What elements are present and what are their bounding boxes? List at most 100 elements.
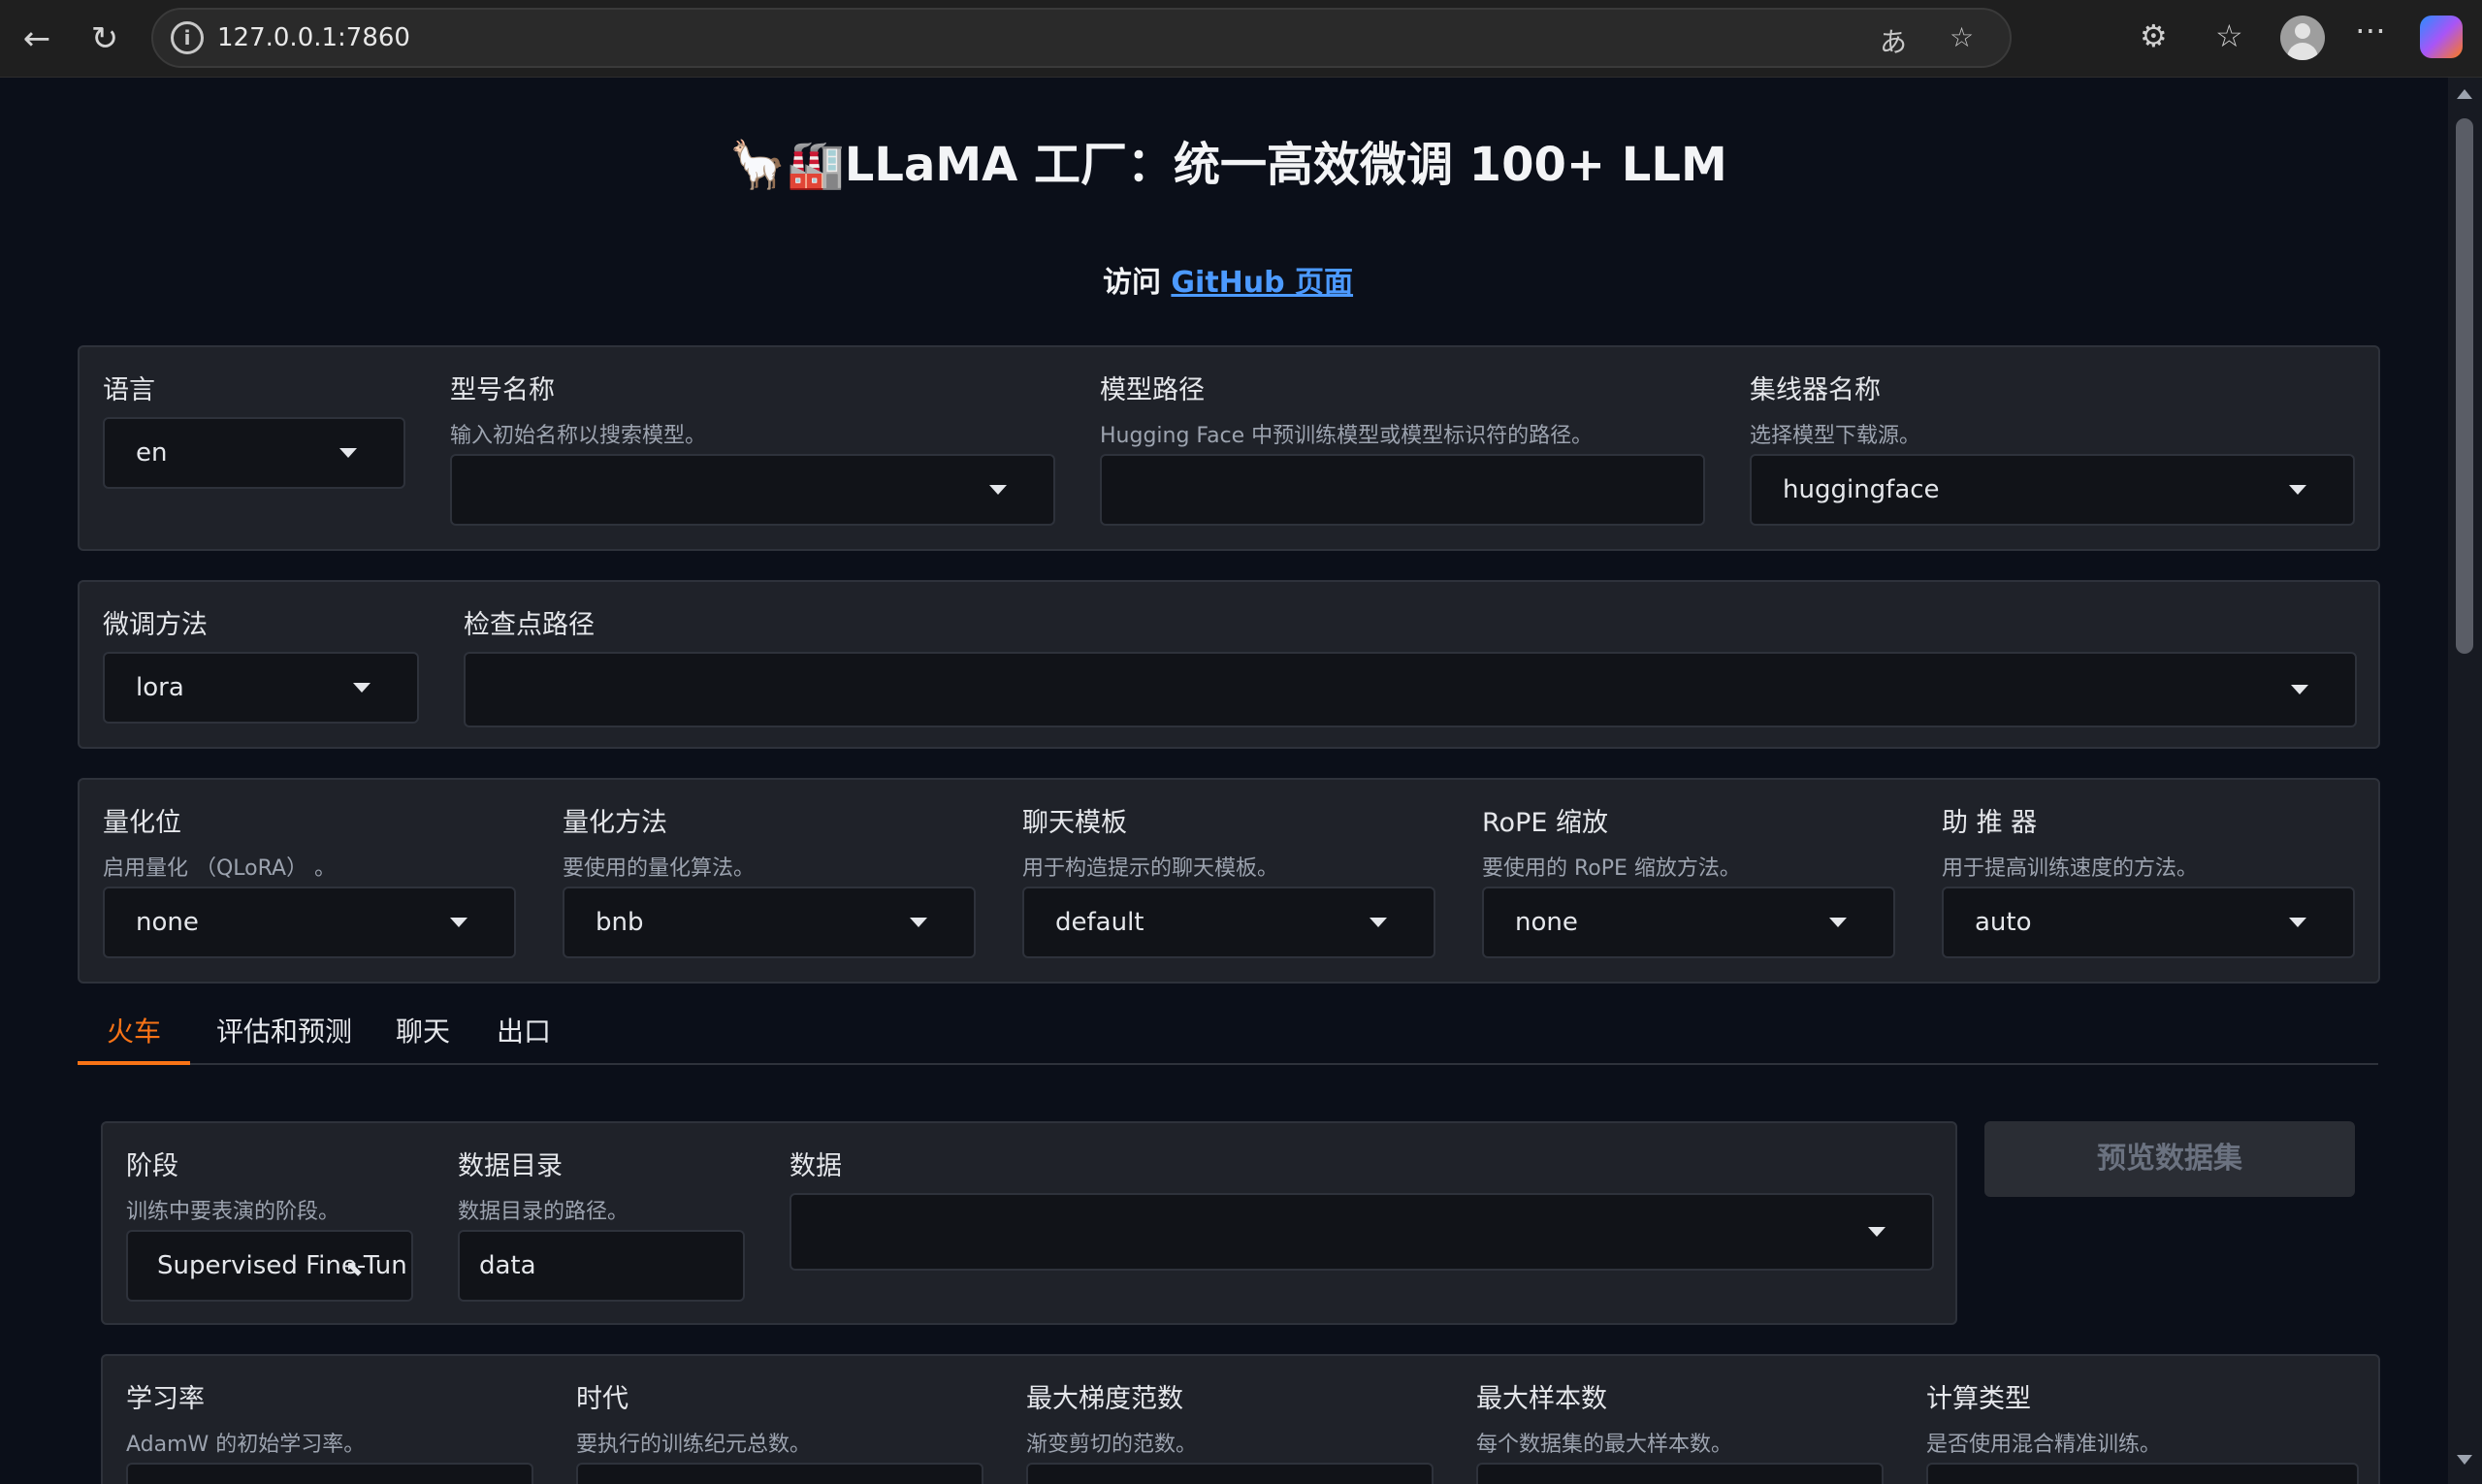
github-link[interactable]: GitHub 页面 — [1171, 266, 1353, 300]
booster-label: 助 推 器 — [1942, 808, 2038, 838]
scroll-down-arrow-icon[interactable] — [2457, 1455, 2472, 1465]
chevron-down-icon — [1829, 918, 1847, 927]
dataset-label: 数据 — [790, 1151, 842, 1181]
site-info-icon[interactable]: i — [171, 21, 204, 54]
dataset-panel: 阶段 训练中要表演的阶段。 Supervised Fine-Tun ⬉ 数据目录… — [101, 1121, 1957, 1325]
page-title: 🦙🏭LLaMA 工厂：统一高效微调 100+ LLM — [728, 138, 1727, 192]
language-dropdown[interactable]: en — [103, 417, 405, 489]
model-path-label: 模型路径 — [1100, 375, 1205, 405]
max-samples-field: 最大样本数 每个数据集的最大样本数。 — [1476, 1377, 1732, 1458]
hub-name-label: 集线器名称 — [1750, 375, 1881, 405]
tab-chat[interactable]: 聊天 — [388, 1009, 458, 1061]
dataset-dir-value: data — [479, 1251, 536, 1280]
model-name-label: 型号名称 — [450, 375, 555, 405]
checkpoint-path-label: 检查点路径 — [464, 610, 595, 640]
stage-field: 阶段 训练中要表演的阶段。 — [126, 1145, 339, 1225]
finetune-method-field: 微调方法 — [103, 603, 208, 641]
favorite-star-icon[interactable]: ☆ — [1950, 21, 1974, 53]
epochs-info: 要执行的训练纪元总数。 — [576, 1433, 812, 1457]
preview-dataset-button[interactable]: 预览数据集 — [1984, 1121, 2355, 1197]
quant-bit-info: 启用量化 （QLoRA） 。 — [103, 856, 337, 881]
compute-type-dropdown[interactable] — [1926, 1463, 2359, 1484]
language-value: en — [136, 438, 168, 468]
page-subtitle: 访问 GitHub 页面 — [8, 258, 2448, 301]
checkpoint-path-field: 检查点路径 — [464, 603, 595, 641]
chevron-down-icon — [1370, 918, 1387, 927]
checkpoint-path-dropdown[interactable] — [464, 652, 2357, 727]
back-arrow-icon[interactable]: ← — [14, 16, 60, 62]
more-menu-icon[interactable]: ⋯ — [2355, 12, 2386, 48]
scroll-up-arrow-icon[interactable] — [2457, 89, 2472, 99]
model-path-field: 模型路径 Hugging Face 中预训练模型或模型标识符的路径。 — [1100, 369, 1593, 449]
browser-toolbar: ← ↻ i 127.0.0.1:7860 あ ☆ ⚙ ☆ ⋯ — [0, 0, 2482, 78]
chevron-down-icon — [1868, 1227, 1886, 1237]
epochs-field: 时代 要执行的训练纪元总数。 — [576, 1377, 811, 1458]
quant-method-info: 要使用的量化算法。 — [563, 856, 756, 881]
advanced-config-panel: 量化位 启用量化 （QLoRA） 。 none 量化方法 要使用的量化算法。 b… — [78, 778, 2380, 984]
copilot-icon[interactable] — [2420, 16, 2463, 58]
template-dropdown[interactable]: default — [1022, 887, 1435, 958]
booster-dropdown[interactable]: auto — [1942, 887, 2355, 958]
language-field: 语言 — [103, 369, 155, 406]
chevron-down-icon — [450, 918, 467, 927]
epochs-input[interactable] — [576, 1463, 983, 1484]
reload-icon[interactable]: ↻ — [81, 16, 128, 62]
chevron-down-icon — [2289, 485, 2306, 495]
compute-type-label: 计算类型 — [1926, 1384, 2031, 1414]
chevron-down-icon — [910, 918, 927, 927]
extensions-icon[interactable]: ⚙ — [2140, 17, 2168, 54]
epochs-label: 时代 — [576, 1384, 629, 1414]
address-bar[interactable]: i 127.0.0.1:7860 あ ☆ — [151, 8, 2012, 68]
stage-label: 阶段 — [126, 1151, 178, 1181]
finetune-method-dropdown[interactable]: lora — [103, 652, 419, 724]
tab-export[interactable]: 出口 — [489, 1009, 559, 1061]
hub-name-dropdown[interactable]: huggingface — [1750, 454, 2355, 526]
hub-name-value: huggingface — [1783, 475, 1940, 504]
learning-rate-info: AdamW 的初始学习率。 — [126, 1433, 366, 1457]
chevron-down-icon — [2291, 685, 2308, 694]
max-samples-input[interactable] — [1476, 1463, 1884, 1484]
learning-rate-input[interactable] — [126, 1463, 533, 1484]
rope-scaling-dropdown[interactable]: none — [1482, 887, 1895, 958]
language-label: 语言 — [103, 375, 155, 405]
tab-evaluate[interactable]: 评估和预测 — [211, 1009, 357, 1061]
model-path-info: Hugging Face 中预训练模型或模型标识符的路径。 — [1100, 424, 1594, 448]
favorites-icon[interactable]: ☆ — [2215, 17, 2243, 54]
scrollbar-thumb[interactable] — [2456, 118, 2473, 654]
quant-bit-dropdown[interactable]: none — [103, 887, 516, 958]
tab-train[interactable]: 火车 — [78, 1009, 190, 1065]
max-grad-norm-label: 最大梯度范数 — [1026, 1384, 1183, 1414]
chevron-down-icon — [989, 485, 1007, 495]
profile-avatar[interactable] — [2280, 16, 2325, 60]
booster-value: auto — [1975, 908, 2032, 937]
dataset-dropdown[interactable] — [790, 1193, 1934, 1271]
learning-rate-label: 学习率 — [126, 1384, 205, 1414]
compute-type-field: 计算类型 是否使用混合精准训练。 — [1926, 1377, 2161, 1458]
model-settings-panel: 语言 en 型号名称 输入初始名称以搜索模型。 模型路径 Hugging Fac… — [78, 345, 2380, 551]
hyperparameters-panel: 学习率 AdamW 的初始学习率。 时代 要执行的训练纪元总数。 最大梯度范数 … — [101, 1354, 2380, 1484]
dataset-field: 数据 — [790, 1145, 842, 1182]
learning-rate-field: 学习率 AdamW 的初始学习率。 — [126, 1377, 365, 1458]
hub-name-info: 选择模型下载源。 — [1750, 424, 1921, 448]
url-text: 127.0.0.1:7860 — [217, 23, 410, 52]
translate-icon[interactable]: あ — [1880, 21, 1907, 60]
quant-bit-field: 量化位 启用量化 （QLoRA） 。 — [103, 801, 336, 882]
template-value: default — [1055, 908, 1144, 937]
finetune-panel: 微调方法 lora 检查点路径 — [78, 580, 2380, 749]
rope-scaling-label: RoPE 缩放 — [1482, 808, 1608, 838]
quant-method-label: 量化方法 — [563, 808, 667, 838]
page-scrollbar[interactable] — [2448, 78, 2482, 1484]
booster-field: 助 推 器 用于提高训练速度的方法。 — [1942, 801, 2198, 882]
dataset-dir-input[interactable]: data — [458, 1230, 745, 1302]
dataset-dir-info: 数据目录的路径。 — [458, 1200, 629, 1224]
stage-dropdown[interactable]: Supervised Fine-Tun — [126, 1230, 413, 1302]
max-samples-info: 每个数据集的最大样本数。 — [1476, 1433, 1733, 1457]
chevron-down-icon — [2289, 918, 2306, 927]
max-grad-norm-input[interactable] — [1026, 1463, 1434, 1484]
model-path-input[interactable] — [1100, 454, 1705, 526]
finetune-method-value: lora — [136, 673, 184, 702]
model-name-dropdown[interactable] — [450, 454, 1055, 526]
quant-bit-label: 量化位 — [103, 808, 181, 838]
quant-method-dropdown[interactable]: bnb — [563, 887, 976, 958]
template-label: 聊天模板 — [1022, 808, 1127, 838]
